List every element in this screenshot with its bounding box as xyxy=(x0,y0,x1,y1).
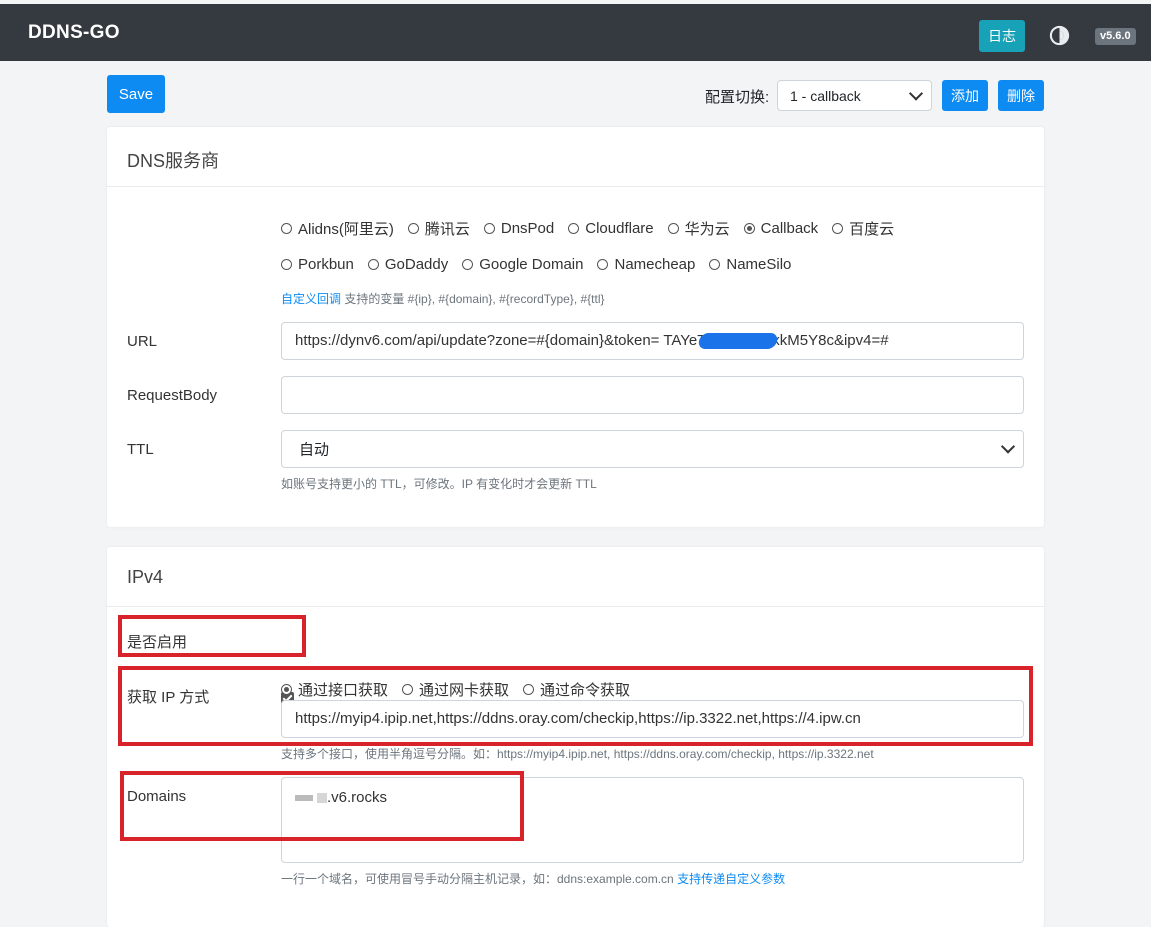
provider-option[interactable]: 百度云 xyxy=(832,218,894,239)
provider-option[interactable]: 华为云 xyxy=(667,218,730,239)
provider-option[interactable]: NameSilo xyxy=(709,256,791,273)
annotation-box-enable xyxy=(118,615,306,657)
provider-label: Google Domain xyxy=(479,256,584,273)
log-button[interactable]: 日志 xyxy=(979,20,1025,52)
config-switch-label: 配置切换: xyxy=(705,89,770,106)
theme-toggle-icon[interactable] xyxy=(1049,25,1070,46)
provider-label: NameSilo xyxy=(726,256,792,273)
provider-label: Callback xyxy=(760,220,819,237)
callback-doc-link[interactable]: 自定义回调 xyxy=(281,292,341,306)
app-brand[interactable]: DDNS-GO xyxy=(28,22,120,44)
ttl-select[interactable]: 自动 xyxy=(281,430,1024,468)
callback-help-text: 支持的变量 #{ip}, #{domain}, #{recordType}, #… xyxy=(341,292,605,306)
ipv4-card-title: IPv4 xyxy=(107,547,1044,607)
provider-radio-row-2: Porkbun GoDaddy Google Domain Namecheap … xyxy=(281,256,805,273)
radio-icon[interactable] xyxy=(667,223,679,234)
provider-option[interactable]: GoDaddy xyxy=(367,256,449,273)
provider-option[interactable]: Google Domain xyxy=(462,256,583,273)
chevron-down-icon xyxy=(1000,439,1016,454)
ttl-help: 如账号支持更小的 TTL，可修改。IP 有变化时才会更新 TTL xyxy=(281,477,597,491)
provider-option[interactable]: 腾讯云 xyxy=(407,218,470,239)
radio-icon[interactable] xyxy=(568,223,580,234)
provider-radio-row-1: Alidns(阿里云) 腾讯云 DnsPod Cloudflare 华为云 Ca… xyxy=(281,218,908,239)
provider-option[interactable]: DnsPod xyxy=(483,218,555,239)
chevron-down-icon xyxy=(908,85,924,101)
request-body-input[interactable] xyxy=(281,376,1024,414)
url-input[interactable]: https://dynv6.com/api/update?zone=#{doma… xyxy=(281,322,1024,360)
top-navbar: DDNS-GO 日志 v5.6.0 xyxy=(0,4,1151,61)
radio-icon[interactable] xyxy=(367,259,379,270)
ttl-label: TTL xyxy=(127,441,154,458)
radio-icon[interactable] xyxy=(709,259,721,270)
provider-label: 华为云 xyxy=(684,221,730,238)
provider-label: Cloudflare xyxy=(585,220,654,237)
delete-config-button[interactable]: 删除 xyxy=(998,80,1044,111)
provider-label: Namecheap xyxy=(614,256,696,273)
radio-icon[interactable] xyxy=(281,259,292,270)
ip-api-help: 支持多个接口，使用半角逗号分隔。如：https://myip4.ipip.net… xyxy=(281,747,874,761)
radio-icon[interactable] xyxy=(281,223,292,234)
config-switch-value: 1 - callback xyxy=(790,87,861,104)
provider-label: DnsPod xyxy=(500,220,555,237)
provider-option[interactable]: Namecheap xyxy=(597,256,695,273)
version-badge: v5.6.0 xyxy=(1095,28,1136,45)
provider-label: Porkbun xyxy=(298,256,354,273)
request-body-label: RequestBody xyxy=(127,387,218,404)
radio-icon[interactable] xyxy=(832,223,844,234)
dns-card-title: DNS服务商 xyxy=(107,127,1044,187)
radio-icon[interactable] xyxy=(407,223,419,234)
provider-label: Alidns(阿里云) xyxy=(298,221,394,238)
domains-help: 一行一个域名，可使用冒号手动分隔主机记录，如：ddns:example.com.… xyxy=(281,870,785,887)
add-config-button[interactable]: 添加 xyxy=(942,80,988,111)
annotation-box-domains xyxy=(120,771,524,841)
provider-option[interactable]: Alidns(阿里云) xyxy=(281,218,394,239)
radio-checked-icon[interactable] xyxy=(743,223,755,234)
ttl-value: 自动 xyxy=(299,441,330,459)
provider-label: 腾讯云 xyxy=(424,221,470,238)
url-value: https://dynv6.com/api/update?zone=#{doma… xyxy=(295,332,889,349)
provider-label: 百度云 xyxy=(849,221,895,238)
save-button[interactable]: Save xyxy=(107,75,165,113)
config-switch-select[interactable]: 1 - callback xyxy=(777,80,932,111)
dns-provider-card: DNS服务商 Alidns(阿里云) 腾讯云 DnsPod Cloudflare… xyxy=(107,127,1044,527)
radio-icon[interactable] xyxy=(462,259,474,270)
provider-label: GoDaddy xyxy=(384,256,449,273)
radio-icon[interactable] xyxy=(597,259,609,270)
custom-params-link[interactable]: 支持传递自定义参数 xyxy=(677,872,785,886)
redaction-mark xyxy=(697,333,779,349)
provider-option-selected[interactable]: Callback xyxy=(743,218,819,239)
radio-icon[interactable] xyxy=(483,223,495,234)
callback-help: 自定义回调 支持的变量 #{ip}, #{domain}, #{recordTy… xyxy=(281,290,605,307)
domains-help-text: 一行一个域名，可使用冒号手动分隔主机记录，如：ddns:example.com.… xyxy=(281,872,678,886)
provider-option[interactable]: Cloudflare xyxy=(568,218,654,239)
annotation-box-ip-method xyxy=(118,666,1033,746)
provider-option[interactable]: Porkbun xyxy=(281,256,354,273)
url-label: URL xyxy=(127,333,158,350)
